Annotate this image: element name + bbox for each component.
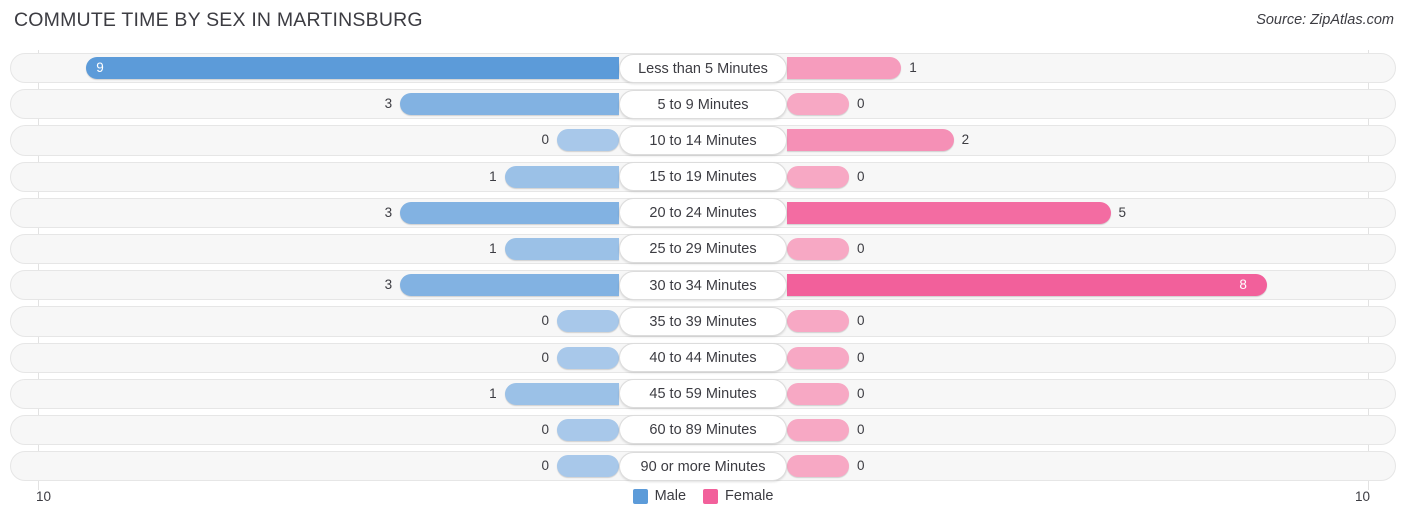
female-value-label: 5 (1118, 204, 1127, 220)
female-value-label: 0 (857, 240, 865, 256)
male-value-label: 1 (489, 240, 497, 256)
table-row: 3 5 20 to 24 Minutes (0, 195, 1406, 231)
female-bar[interactable] (787, 455, 849, 478)
category-label: 30 to 34 Minutes (619, 270, 787, 300)
legend-label-male: Male (654, 488, 687, 504)
male-bar[interactable] (557, 418, 619, 441)
female-bar[interactable] (787, 346, 849, 369)
female-bar[interactable] (787, 310, 849, 333)
male-value-label: 0 (541, 349, 549, 365)
male-bar[interactable] (557, 346, 619, 369)
female-value-label: 0 (857, 385, 865, 401)
female-value-label: 2 (961, 132, 970, 148)
female-bar[interactable] (787, 237, 849, 260)
table-row: 3 8 30 to 34 Minutes (0, 267, 1406, 303)
category-label: 25 to 29 Minutes (619, 234, 787, 264)
male-value-label: 3 (384, 96, 393, 112)
male-value-label: 3 (384, 204, 393, 220)
male-bar[interactable] (400, 201, 619, 224)
female-bar[interactable] (787, 418, 849, 441)
male-bar[interactable] (504, 382, 619, 405)
category-label: 35 to 39 Minutes (619, 306, 787, 336)
male-value-label: 9 (96, 60, 104, 75)
female-bar[interactable] (787, 57, 902, 79)
table-row: 0 2 10 to 14 Minutes (0, 122, 1406, 158)
category-label: 5 to 9 Minutes (619, 89, 787, 119)
male-value-label: 0 (541, 458, 549, 474)
female-value-label: 0 (857, 96, 865, 112)
male-value-label: 1 (489, 168, 497, 184)
category-label: 45 to 59 Minutes (619, 379, 787, 409)
male-value-label: 1 (489, 385, 497, 401)
legend-label-female: Female (725, 488, 774, 504)
category-label: Less than 5 Minutes (619, 53, 787, 83)
category-label: 40 to 44 Minutes (619, 343, 787, 372)
chart-legend: Male Female (0, 488, 1406, 504)
male-bar[interactable] (557, 310, 619, 333)
table-row: 3 0 5 to 9 Minutes (0, 86, 1406, 122)
category-label: 10 to 14 Minutes (619, 125, 787, 155)
female-value-label: 0 (857, 421, 865, 437)
category-label: 90 or more Minutes (619, 451, 787, 481)
female-value-label: 0 (857, 458, 865, 474)
male-value-label: 0 (541, 313, 549, 329)
table-row: 0 0 90 or more Minutes (0, 448, 1406, 484)
table-row: 0 0 35 to 39 Minutes (0, 303, 1406, 339)
male-bar[interactable] (504, 165, 619, 188)
female-bar[interactable] (787, 201, 1111, 224)
female-bar[interactable] (787, 165, 849, 188)
female-value-label: 0 (857, 168, 865, 184)
table-row: 1 0 25 to 29 Minutes (0, 231, 1406, 267)
male-color-swatch (632, 488, 648, 504)
female-value-label: 8 (1239, 277, 1247, 293)
male-value-label: 3 (384, 277, 393, 293)
male-bar[interactable] (400, 274, 619, 297)
male-bar[interactable] (86, 57, 619, 79)
male-bar[interactable] (557, 129, 619, 152)
female-value-label: 0 (857, 313, 865, 329)
female-bar[interactable] (787, 382, 849, 405)
category-label: 15 to 19 Minutes (619, 162, 787, 192)
female-bar[interactable] (787, 274, 1268, 297)
female-value-label: 0 (857, 349, 865, 365)
category-label: 20 to 24 Minutes (619, 198, 787, 228)
male-bar[interactable] (400, 93, 619, 116)
table-row: 0 0 60 to 89 Minutes (0, 412, 1406, 448)
table-row: 9 1 Less than 5 Minutes (0, 50, 1406, 86)
female-color-swatch (703, 488, 719, 504)
male-bar[interactable] (504, 237, 619, 260)
category-label: 60 to 89 Minutes (619, 415, 787, 445)
legend-item-male[interactable]: Male (632, 488, 687, 504)
source-attribution: Source: ZipAtlas.com (1256, 12, 1394, 28)
plot-area: 9 1 Less than 5 Minutes 3 0 5 to 9 Minutes 0 2 1… (0, 50, 1406, 490)
male-value-label: 0 (541, 132, 549, 148)
commute-time-chart: COMMUTE TIME BY SEX IN MARTINSBURG Sourc… (0, 0, 1406, 523)
female-bar[interactable] (787, 129, 954, 152)
table-row: 1 0 15 to 19 Minutes (0, 159, 1406, 195)
table-row: 0 0 40 to 44 Minutes (0, 340, 1406, 376)
table-row: 1 0 45 to 59 Minutes (0, 376, 1406, 412)
female-value-label: 1 (909, 60, 917, 75)
female-bar[interactable] (787, 93, 849, 116)
bar-rows: 9 1 Less than 5 Minutes 3 0 5 to 9 Minutes 0 2 1… (0, 50, 1406, 484)
male-value-label: 0 (541, 421, 549, 437)
page-title: COMMUTE TIME BY SEX IN MARTINSBURG (14, 9, 423, 31)
legend-item-female[interactable]: Female (703, 488, 773, 504)
male-bar[interactable] (557, 455, 619, 478)
